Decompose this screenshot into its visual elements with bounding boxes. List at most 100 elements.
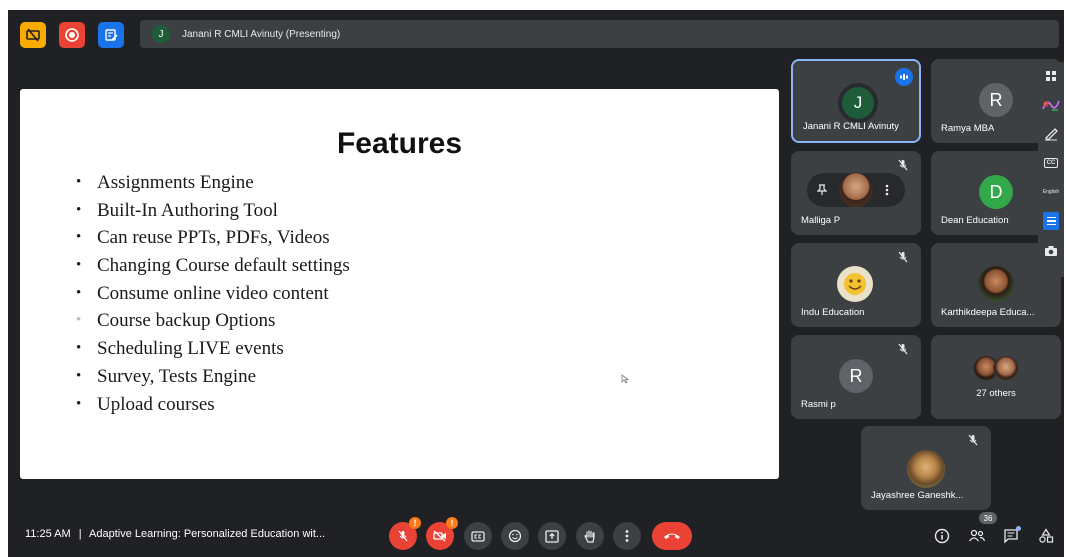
present-now-button[interactable] [538, 522, 566, 550]
whiteboard-button[interactable] [1038, 94, 1064, 116]
participant-name: Ramya MBA [941, 123, 995, 134]
tile-hover-controls [807, 173, 905, 207]
participant-name: Dean Education [941, 215, 1009, 226]
participant-count-badge: 36 [979, 512, 997, 524]
slide-bullet: Scheduling LIVE events [76, 335, 350, 363]
language-label: English [1042, 189, 1060, 195]
cc-icon: CC [1043, 158, 1059, 168]
emoji-icon [508, 529, 522, 543]
apps-button[interactable] [1038, 68, 1064, 84]
presenting-label: Janani R CMLI Avinuty (Presenting) [182, 28, 341, 40]
mic-off-icon [898, 159, 908, 171]
participant-photo [978, 266, 1014, 302]
slide-bullet: Assignments Engine [76, 169, 350, 197]
people-button[interactable]: 36 [966, 512, 997, 547]
participant-tile[interactable]: Jayashree Ganeshk... [861, 426, 991, 510]
participant-name: Jayashree Ganeshk... [871, 490, 964, 501]
camera-button[interactable]: ! [426, 517, 458, 550]
speaking-indicator [895, 68, 913, 86]
slide-bullet: Built-In Authoring Tool [76, 197, 350, 225]
leave-call-button[interactable] [652, 522, 692, 550]
participant-name: Malliga P [801, 215, 841, 226]
pen-icon [1045, 128, 1058, 141]
activities-button[interactable] [1035, 525, 1057, 547]
others-count: 27 others [976, 388, 1016, 399]
hang-up-icon [664, 533, 680, 539]
meeting-details-button[interactable] [931, 525, 953, 547]
audio-level-icon [900, 74, 908, 80]
meet-window: J Janani R CMLI Avinuty (Presenting) Fea… [8, 10, 1064, 557]
present-screen-icon [545, 529, 559, 543]
presentation-slide: Features Assignments Engine Built-In Aut… [20, 89, 779, 479]
participant-photo [837, 266, 873, 302]
separator: | [78, 528, 82, 540]
annotate-button[interactable] [1038, 124, 1064, 142]
meeting-info: 11:25 AM | Adaptive Learning: Personaliz… [25, 528, 325, 540]
unread-dot [1016, 526, 1021, 531]
participant-photo [907, 450, 945, 488]
more-vertical-icon [625, 530, 629, 542]
notes-button[interactable] [98, 22, 124, 48]
presenting-bar[interactable]: J Janani R CMLI Avinuty (Presenting) [140, 20, 1059, 48]
meeting-title: Adaptive Learning: Personalized Educatio… [89, 528, 326, 540]
slide-bullet: Consume online video content [76, 280, 350, 308]
reactions-button[interactable] [501, 522, 529, 550]
avatar: J [842, 87, 874, 119]
recording-button[interactable] [59, 22, 85, 48]
participant-name: Indu Education [801, 307, 865, 318]
info-icon [934, 528, 950, 544]
closed-captions-icon [471, 530, 485, 542]
mouse-cursor-icon [621, 374, 629, 384]
record-icon [65, 28, 79, 42]
document-icon [1043, 212, 1059, 230]
captions-toggle-button[interactable] [464, 522, 492, 550]
screenshot-button[interactable] [1038, 242, 1064, 260]
more-options-icon[interactable] [885, 184, 889, 196]
participant-photo [839, 173, 873, 207]
participant-photo [993, 355, 1019, 381]
people-icon [968, 529, 986, 542]
edit-note-icon [105, 29, 118, 41]
pin-icon[interactable] [817, 184, 827, 196]
participant-tile[interactable]: Malliga P [791, 151, 921, 235]
present-off-icon [26, 28, 40, 42]
slide-bullet-list: Assignments Engine Built-In Authoring To… [76, 169, 350, 418]
slide-bullet: Upload courses [76, 391, 350, 419]
clock: 11:25 AM [25, 528, 71, 540]
side-toolbar: CC English [1038, 62, 1064, 277]
mic-off-icon [898, 251, 908, 263]
shapes-icon [1039, 528, 1054, 543]
avatar: D [979, 175, 1013, 209]
slide-bullet: Course backup Options [76, 307, 350, 335]
camera-icon [1045, 246, 1057, 256]
notes-panel-button[interactable] [1038, 210, 1064, 232]
whiteboard-icon [1042, 100, 1060, 111]
more-options-button[interactable] [613, 522, 641, 550]
participant-name: Karthikdeepa Educa... [941, 307, 1035, 318]
presenter-avatar: J [152, 25, 170, 43]
captions-button[interactable]: CC [1038, 156, 1064, 170]
participant-tile[interactable]: J Janani R CMLI Avinuty [791, 59, 921, 143]
others-tile[interactable]: 27 others [931, 335, 1061, 419]
chat-button[interactable] [1000, 525, 1022, 547]
participant-name: Rasmi p [801, 399, 836, 410]
avatar: R [839, 359, 873, 393]
mic-off-icon [968, 434, 978, 446]
mic-off-icon [898, 343, 908, 355]
grid-icon [1046, 71, 1056, 81]
avatar-ring: J [838, 83, 878, 123]
participant-tile[interactable]: Indu Education [791, 243, 921, 327]
slide-title: Features [336, 127, 463, 160]
slide-bullet: Survey, Tests Engine [76, 363, 350, 391]
mic-off-icon [398, 530, 408, 542]
language-button[interactable]: English [1038, 186, 1064, 198]
slide-bullet: Changing Course default settings [76, 252, 350, 280]
avatar: R [979, 83, 1013, 117]
participant-tile[interactable]: R Rasmi p [791, 335, 921, 419]
stop-presenting-button[interactable] [20, 22, 46, 48]
participant-name: Janani R CMLI Avinuty [803, 121, 899, 132]
warning-badge: ! [409, 517, 421, 529]
hand-icon [584, 529, 595, 543]
raise-hand-button[interactable] [576, 522, 604, 550]
microphone-button[interactable]: ! [389, 517, 421, 550]
